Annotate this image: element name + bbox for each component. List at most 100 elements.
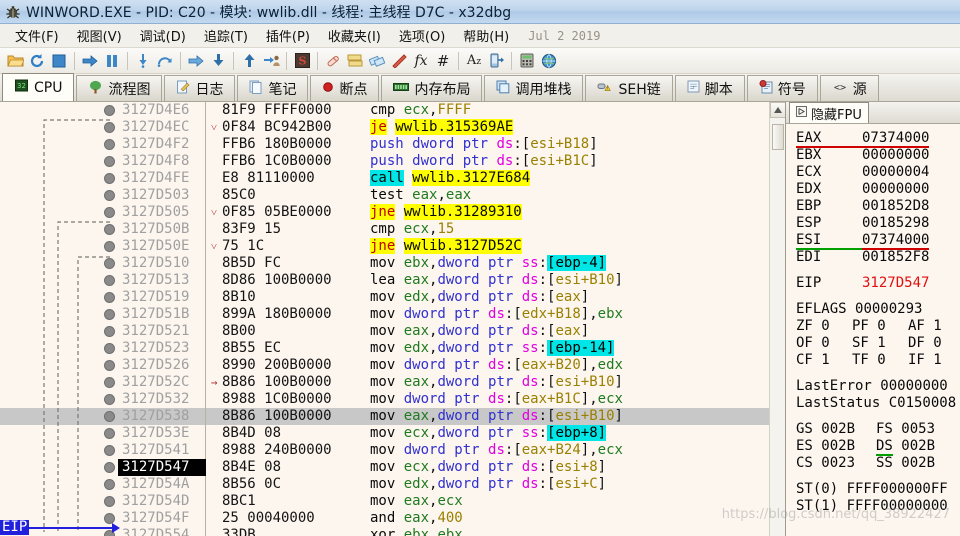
- breakpoint-toggle[interactable]: [100, 292, 118, 303]
- tab-source[interactable]: <> 源: [819, 75, 879, 101]
- globe-icon[interactable]: [538, 50, 560, 72]
- breakpoint-dot-icon[interactable]: [103, 445, 115, 456]
- breakpoint-toggle[interactable]: [100, 428, 118, 439]
- pause-icon[interactable]: [101, 50, 123, 72]
- menu-trace[interactable]: 追踪(T): [195, 24, 257, 47]
- flag-cell[interactable]: CF 1: [796, 352, 852, 369]
- execute-till-return-icon[interactable]: [185, 50, 207, 72]
- breakpoint-toggle[interactable]: [100, 173, 118, 184]
- breakpoint-toggle[interactable]: [100, 122, 118, 133]
- segment-cell[interactable]: ES 002B: [796, 438, 876, 455]
- disassembly-row[interactable]: 3127D538 8B86 100B0000 mov eax,dword ptr d…: [0, 408, 769, 425]
- breakpoint-dot-icon[interactable]: [103, 462, 115, 473]
- breakpoint-toggle[interactable]: [100, 394, 118, 405]
- register-value[interactable]: 07374000: [862, 232, 930, 250]
- segment-cell[interactable]: SS 002B: [876, 455, 956, 472]
- breakpoint-dot-icon[interactable]: [103, 105, 115, 116]
- disassembly-row[interactable]: 3127D4EC ˅ 0F84 BC942B00 je wwlib.315369AE: [0, 119, 769, 136]
- breakpoint-toggle[interactable]: [100, 275, 118, 286]
- disassembly-scrollbar[interactable]: [769, 102, 786, 536]
- tab-notes[interactable]: 笔记: [237, 75, 309, 101]
- disassembly-row[interactable]: 3127D541 8988 240B0000 mov dword ptr ds:[e…: [0, 442, 769, 459]
- disassembly-row[interactable]: 3127D523 8B55 EC mov edx,dword ptr ss:[ebp…: [0, 340, 769, 357]
- breakpoint-toggle[interactable]: [100, 360, 118, 371]
- tab-symbols[interactable]: 符号: [746, 75, 818, 101]
- breakpoint-toggle[interactable]: [100, 139, 118, 150]
- breakpoint-dot-icon[interactable]: [103, 139, 115, 150]
- register-row[interactable]: ECX 00000004: [796, 164, 960, 181]
- disassembly-row[interactable]: 3127D54D 8BC1 mov eax,ecx: [0, 493, 769, 510]
- breakpoint-dot-icon[interactable]: [103, 479, 115, 490]
- disassembly-row[interactable]: 3127D510 8B5D FC mov ebx,dword ptr ss:[ebp…: [0, 255, 769, 272]
- breakpoint-dot-icon[interactable]: [103, 241, 115, 252]
- eflags-row[interactable]: EFLAGS 00000293: [796, 301, 960, 318]
- disassembly-list[interactable]: EIP 3127D4E6 81F9 FFFF0000 cmp ecx,FFFF 312…: [0, 102, 769, 536]
- breakpoint-dot-icon[interactable]: [103, 496, 115, 507]
- register-value[interactable]: 07374000: [862, 130, 930, 148]
- segment-cell[interactable]: CS 0023: [796, 455, 876, 472]
- breakpoint-toggle[interactable]: [100, 445, 118, 456]
- breakpoint-dot-icon[interactable]: [103, 190, 115, 201]
- register-value[interactable]: 00185298: [862, 215, 929, 231]
- tab-call-stack[interactable]: 调用堆栈: [484, 75, 584, 101]
- breakpoint-toggle[interactable]: [100, 105, 118, 116]
- disassembly-row[interactable]: 3127D50E ˅ 75 1C jne wwlib.3127D52C: [0, 238, 769, 255]
- disassembly-row[interactable]: 3127D513 8D86 100B0000 lea eax,dword ptr d…: [0, 272, 769, 289]
- breakpoint-toggle[interactable]: [100, 343, 118, 354]
- stop-icon[interactable]: [48, 50, 70, 72]
- menu-options[interactable]: 选项(O): [390, 24, 454, 47]
- menu-favourites[interactable]: 收藏夹(I): [319, 24, 390, 47]
- hide-fpu-tab[interactable]: 隐藏FPU: [789, 102, 869, 123]
- disassembly-row[interactable]: 3127D54A 8B56 0C mov edx,dword ptr ds:[esi…: [0, 476, 769, 493]
- breakpoint-toggle[interactable]: [100, 190, 118, 201]
- breakpoint-dot-icon[interactable]: [103, 411, 115, 422]
- breakpoint-dot-icon[interactable]: [103, 224, 115, 235]
- menu-debug[interactable]: 调试(D): [131, 24, 195, 47]
- step-down-icon[interactable]: [207, 50, 229, 72]
- tab-breakpoints[interactable]: 断点: [310, 75, 380, 101]
- tab-log[interactable]: 日志: [164, 75, 236, 101]
- breakpoint-dot-icon[interactable]: [103, 292, 115, 303]
- hash-icon[interactable]: #: [432, 50, 454, 72]
- breakpoint-dot-icon[interactable]: [103, 156, 115, 167]
- register-value[interactable]: 00000000: [862, 181, 929, 197]
- hardware-breakpoint-icon[interactable]: [485, 50, 507, 72]
- register-row[interactable]: ESP 00185298: [796, 215, 960, 232]
- scroll-thumb[interactable]: [772, 124, 784, 150]
- breakpoint-toggle[interactable]: [100, 309, 118, 320]
- function-icon[interactable]: fx: [410, 50, 432, 72]
- register-row[interactable]: EDX 00000000: [796, 181, 960, 198]
- tab-memory-map[interactable]: 内存布局: [381, 75, 483, 101]
- flag-cell[interactable]: SF 1: [852, 335, 908, 352]
- breakpoint-toggle[interactable]: [100, 462, 118, 473]
- disassembly-row[interactable]: 3127D51B 899A 180B0000 mov dword ptr ds:[e…: [0, 306, 769, 323]
- register-row[interactable]: EBP 001852D8: [796, 198, 960, 215]
- menu-view[interactable]: 视图(V): [68, 24, 131, 47]
- disassembly-row[interactable]: 3127D526 8990 200B0000 mov dword ptr ds:[e…: [0, 357, 769, 374]
- disassembly-row[interactable]: 3127D503 85C0 test eax,eax: [0, 187, 769, 204]
- tab-cpu[interactable]: 32 CPU: [2, 73, 75, 101]
- breakpoint-toggle[interactable]: [100, 258, 118, 269]
- breakpoint-dot-icon[interactable]: [103, 207, 115, 218]
- scylla-icon[interactable]: S: [291, 50, 313, 72]
- flag-cell[interactable]: PF 0: [852, 318, 908, 335]
- breakpoint-dot-icon[interactable]: [103, 122, 115, 133]
- breakpoint-toggle[interactable]: [100, 207, 118, 218]
- breakpoint-dot-icon[interactable]: [103, 275, 115, 286]
- step-into-icon[interactable]: [132, 50, 154, 72]
- breakpoint-dot-icon[interactable]: [103, 343, 115, 354]
- calculator-icon[interactable]: [516, 50, 538, 72]
- breakpoint-dot-icon[interactable]: [103, 173, 115, 184]
- comments-icon[interactable]: [366, 50, 388, 72]
- breakpoint-toggle[interactable]: [100, 411, 118, 422]
- breakpoint-dot-icon[interactable]: [103, 309, 115, 320]
- flag-cell[interactable]: DF 0: [908, 335, 960, 352]
- disassembly-row[interactable]: 3127D521 8B00 mov eax,dword ptr ds:[eax]: [0, 323, 769, 340]
- flag-cell[interactable]: TF 0: [852, 352, 908, 369]
- menu-file[interactable]: 文件(F): [6, 24, 68, 47]
- breakpoint-dot-icon[interactable]: [103, 394, 115, 405]
- breakpoint-dot-icon[interactable]: [103, 326, 115, 337]
- menu-help[interactable]: 帮助(H): [454, 24, 518, 47]
- disassembly-row[interactable]: 3127D519 8B10 mov edx,dword ptr ds:[eax]: [0, 289, 769, 306]
- run-icon[interactable]: [79, 50, 101, 72]
